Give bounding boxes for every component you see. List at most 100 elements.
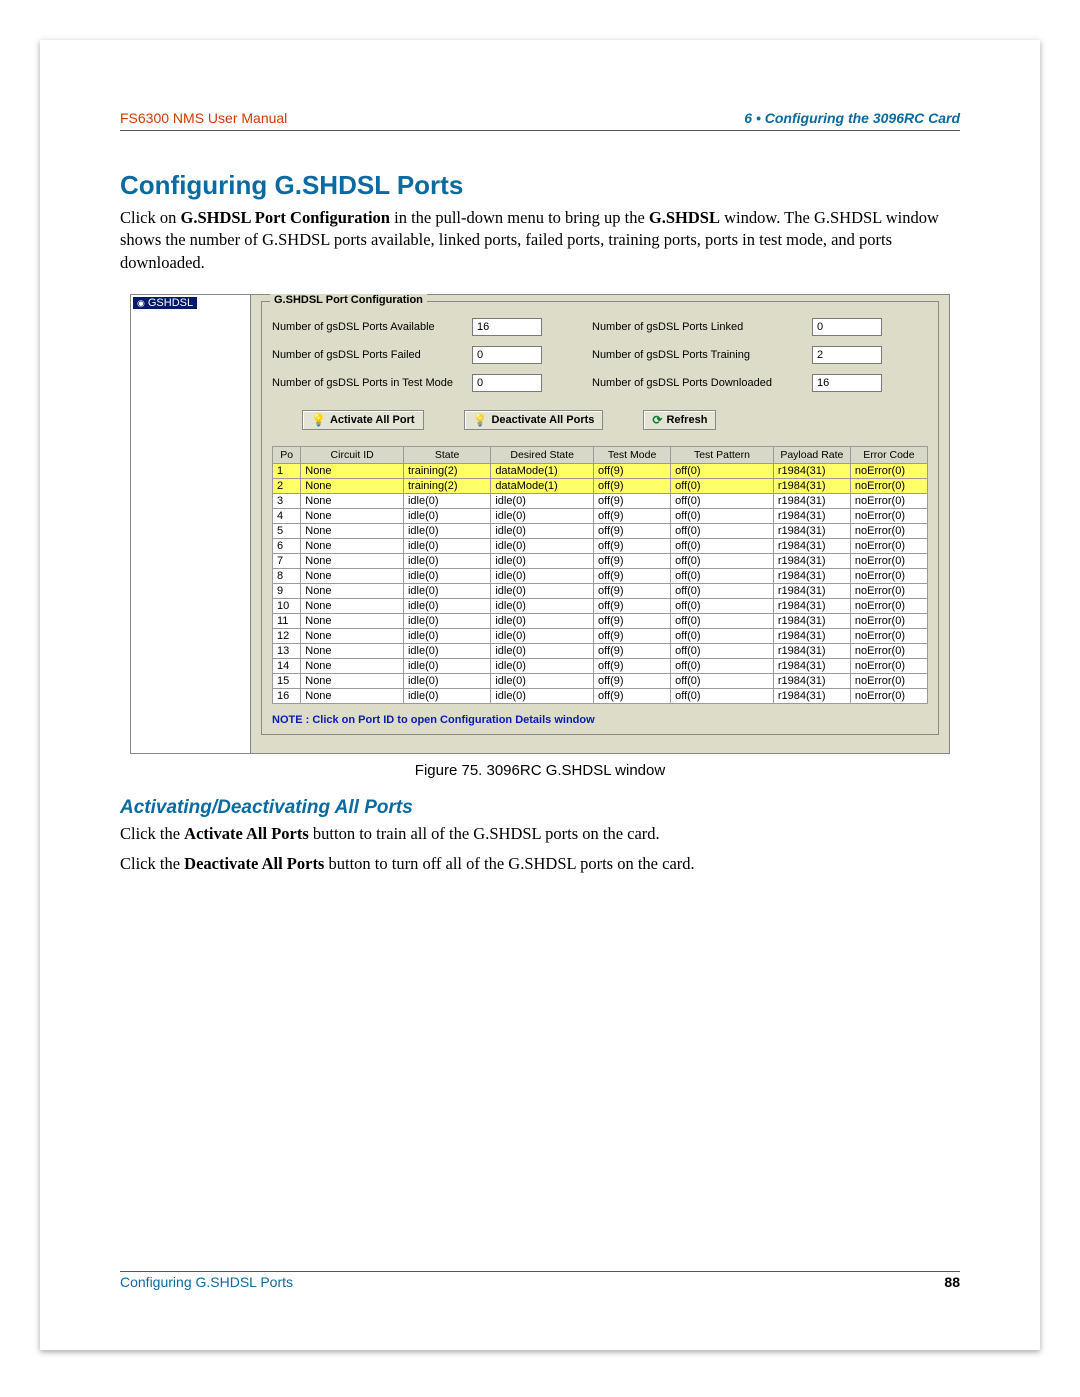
- col-port[interactable]: Po: [273, 446, 301, 463]
- stat-label-linked: Number of gsDSL Ports Linked: [592, 321, 812, 333]
- stat-value-downloaded: 16: [812, 374, 882, 392]
- intro-b: G.SHDSL Port Configuration: [181, 208, 390, 227]
- table-row[interactable]: 9Noneidle(0)idle(0)off(9)off(0)r1984(31)…: [273, 583, 928, 598]
- cell-cir: None: [301, 583, 404, 598]
- cell-tm: off(9): [594, 493, 671, 508]
- table-row[interactable]: 6Noneidle(0)idle(0)off(9)off(0)r1984(31)…: [273, 538, 928, 553]
- cell-des: idle(0): [491, 643, 594, 658]
- cell-des: idle(0): [491, 493, 594, 508]
- ports-table: Po Circuit ID State Desired State Test M…: [272, 446, 928, 704]
- cell-po: 3: [273, 493, 301, 508]
- table-row[interactable]: 2Nonetraining(2)dataMode(1)off(9)off(0)r…: [273, 478, 928, 493]
- col-testpattern[interactable]: Test Pattern: [671, 446, 774, 463]
- cell-st: idle(0): [403, 688, 490, 703]
- cell-pr: r1984(31): [773, 673, 850, 688]
- col-testmode[interactable]: Test Mode: [594, 446, 671, 463]
- cell-po: 8: [273, 568, 301, 583]
- cell-des: idle(0): [491, 658, 594, 673]
- cell-po: 2: [273, 478, 301, 493]
- table-row[interactable]: 8Noneidle(0)idle(0)off(9)off(0)r1984(31)…: [273, 568, 928, 583]
- table-row[interactable]: 4Noneidle(0)idle(0)off(9)off(0)r1984(31)…: [273, 508, 928, 523]
- cell-st: idle(0): [403, 658, 490, 673]
- activate-label: Activate All Port: [330, 414, 415, 426]
- cell-tm: off(9): [594, 463, 671, 478]
- deactivate-label: Deactivate All Ports: [491, 414, 594, 426]
- bulb-off-icon: 💡: [473, 413, 488, 427]
- cell-tp: off(0): [671, 568, 774, 583]
- cell-pr: r1984(31): [773, 688, 850, 703]
- header-chapter: 6 • Configuring the 3096RC Card: [744, 110, 960, 126]
- cell-ec: noError(0): [850, 613, 927, 628]
- cell-des: idle(0): [491, 523, 594, 538]
- page-title: Configuring G.SHDSL Ports: [120, 170, 960, 201]
- intro-paragraph: Click on G.SHDSL Port Configuration in t…: [120, 207, 960, 274]
- col-desired[interactable]: Desired State: [491, 446, 594, 463]
- p3-b: Deactivate All Ports: [184, 854, 324, 873]
- cell-po: 6: [273, 538, 301, 553]
- cell-po: 5: [273, 523, 301, 538]
- stat-label-training: Number of gsDSL Ports Training: [592, 349, 812, 361]
- table-row[interactable]: 3Noneidle(0)idle(0)off(9)off(0)r1984(31)…: [273, 493, 928, 508]
- col-error[interactable]: Error Code: [850, 446, 927, 463]
- stat-value-training: 2: [812, 346, 882, 364]
- table-row[interactable]: 7Noneidle(0)idle(0)off(9)off(0)r1984(31)…: [273, 553, 928, 568]
- page-number: 88: [944, 1274, 960, 1290]
- intro-d: G.SHDSL: [649, 208, 720, 227]
- gshdsl-window: ◉ GSHDSL G.SHDSL Port Configuration Numb…: [130, 294, 950, 754]
- col-payload[interactable]: Payload Rate: [773, 446, 850, 463]
- cell-cir: None: [301, 553, 404, 568]
- cell-cir: None: [301, 658, 404, 673]
- cell-st: training(2): [403, 478, 490, 493]
- stat-label-failed: Number of gsDSL Ports Failed: [272, 349, 472, 361]
- cell-tm: off(9): [594, 613, 671, 628]
- cell-cir: None: [301, 643, 404, 658]
- table-row[interactable]: 5Noneidle(0)idle(0)off(9)off(0)r1984(31)…: [273, 523, 928, 538]
- refresh-button[interactable]: ⟳ Refresh: [643, 410, 716, 430]
- cell-st: idle(0): [403, 553, 490, 568]
- cell-ec: noError(0): [850, 568, 927, 583]
- cell-pr: r1984(31): [773, 478, 850, 493]
- figure-caption: Figure 75. 3096RC G.SHDSL window: [120, 762, 960, 779]
- subheading-activate: Activating/Deactivating All Ports: [120, 797, 960, 819]
- cell-tp: off(0): [671, 538, 774, 553]
- cell-po: 4: [273, 508, 301, 523]
- para-deactivate: Click the Deactivate All Ports button to…: [120, 853, 960, 875]
- cell-pr: r1984(31): [773, 538, 850, 553]
- deactivate-all-button[interactable]: 💡 Deactivate All Ports: [464, 410, 604, 430]
- table-row[interactable]: 16Noneidle(0)idle(0)off(9)off(0)r1984(31…: [273, 688, 928, 703]
- cell-pr: r1984(31): [773, 463, 850, 478]
- cell-pr: r1984(31): [773, 628, 850, 643]
- table-row[interactable]: 11Noneidle(0)idle(0)off(9)off(0)r1984(31…: [273, 613, 928, 628]
- tree-node-label: GSHDSL: [148, 297, 193, 309]
- cell-tp: off(0): [671, 658, 774, 673]
- cell-st: idle(0): [403, 673, 490, 688]
- cell-st: idle(0): [403, 613, 490, 628]
- table-row[interactable]: 14Noneidle(0)idle(0)off(9)off(0)r1984(31…: [273, 658, 928, 673]
- cell-tm: off(9): [594, 583, 671, 598]
- table-row[interactable]: 13Noneidle(0)idle(0)off(9)off(0)r1984(31…: [273, 643, 928, 658]
- header-rule: [120, 130, 960, 131]
- col-state[interactable]: State: [403, 446, 490, 463]
- table-row[interactable]: 15Noneidle(0)idle(0)off(9)off(0)r1984(31…: [273, 673, 928, 688]
- table-row[interactable]: 10Noneidle(0)idle(0)off(9)off(0)r1984(31…: [273, 598, 928, 613]
- cell-st: training(2): [403, 463, 490, 478]
- tree-node-gshdsl[interactable]: ◉ GSHDSL: [133, 297, 197, 309]
- p2-a: Click the: [120, 824, 184, 843]
- p2-b: Activate All Ports: [184, 824, 309, 843]
- cell-tm: off(9): [594, 478, 671, 493]
- cell-po: 10: [273, 598, 301, 613]
- cell-tp: off(0): [671, 493, 774, 508]
- col-circuit[interactable]: Circuit ID: [301, 446, 404, 463]
- table-row[interactable]: 1Nonetraining(2)dataMode(1)off(9)off(0)r…: [273, 463, 928, 478]
- cell-po: 16: [273, 688, 301, 703]
- cell-ec: noError(0): [850, 553, 927, 568]
- cell-po: 7: [273, 553, 301, 568]
- cell-tp: off(0): [671, 673, 774, 688]
- cell-pr: r1984(31): [773, 613, 850, 628]
- activate-all-button[interactable]: 💡 Activate All Port: [302, 410, 424, 430]
- footer-section: Configuring G.SHDSL Ports: [120, 1274, 293, 1290]
- cell-st: idle(0): [403, 628, 490, 643]
- table-row[interactable]: 12Noneidle(0)idle(0)off(9)off(0)r1984(31…: [273, 628, 928, 643]
- cell-cir: None: [301, 628, 404, 643]
- cell-po: 11: [273, 613, 301, 628]
